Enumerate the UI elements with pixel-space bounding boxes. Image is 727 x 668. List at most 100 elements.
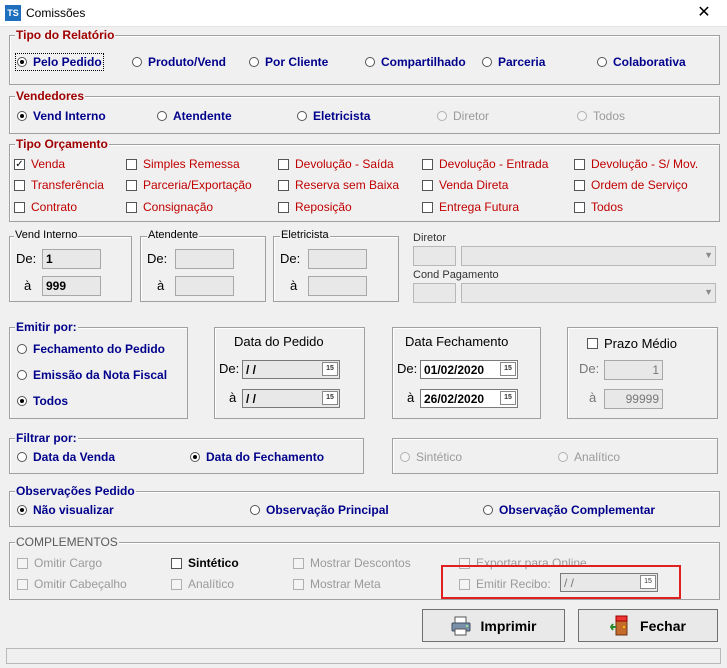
atendente-a-input[interactable]	[175, 276, 234, 296]
check-devolucao-entrada[interactable]: Devolução - Entrada	[422, 157, 548, 171]
cond-pagamento-label: Cond Pagamento	[413, 269, 499, 281]
eletricista-a-input[interactable]	[308, 276, 367, 296]
vend-interno-de-label: De:	[16, 251, 37, 266]
cond-pagamento-select[interactable]: ▼	[461, 283, 716, 303]
radio-sintetico[interactable]: Sintético	[400, 450, 462, 464]
fechar-button[interactable]: Fechar	[578, 609, 718, 642]
check-mostrar-descontos[interactable]: Mostrar Descontos	[293, 556, 411, 570]
tipo-relatorio-legend: Tipo do Relatório	[15, 28, 116, 42]
radio-colaborativa[interactable]: Colaborativa	[597, 55, 686, 69]
check-devolucao-saida[interactable]: Devolução - Saída	[278, 157, 394, 171]
check-sintetico[interactable]: Sintético	[171, 556, 239, 570]
radio-diretor[interactable]: Diretor	[437, 109, 489, 123]
window-title: Comissões	[26, 6, 86, 20]
radio-todos-vendedores[interactable]: Todos	[577, 109, 625, 123]
ts-app-icon: TS	[5, 5, 21, 21]
prazo-medio-a-label: à	[589, 390, 597, 405]
eletricista-de-input[interactable]	[308, 249, 367, 269]
vend-interno-legend: Vend Interno	[14, 229, 79, 241]
vend-interno-a-input[interactable]: 999	[42, 276, 101, 296]
radio-eletricista[interactable]: Eletricista	[297, 109, 370, 123]
filtrar-por-legend: Filtrar por:	[15, 431, 78, 445]
radio-produto-vend[interactable]: Produto/Vend	[132, 55, 226, 69]
check-consignacao[interactable]: Consignação	[126, 200, 213, 214]
highlight-box	[441, 565, 681, 599]
data-pedido-a-label: à	[229, 390, 237, 405]
check-analitico[interactable]: Analítico	[171, 577, 234, 591]
diretor-label: Diretor	[413, 232, 447, 244]
diretor-select[interactable]: ▼	[461, 246, 716, 266]
radio-analitico[interactable]: Analítico	[558, 450, 620, 464]
eletricista-legend: Eletricista	[280, 229, 330, 241]
data-fechamento-a-label: à	[407, 390, 415, 405]
check-omitir-cabecalho[interactable]: Omitir Cabeçalho	[17, 577, 127, 591]
close-icon[interactable]: ✕	[690, 2, 718, 24]
emitir-por-legend: Emitir por:	[15, 320, 78, 334]
check-contrato[interactable]: Contrato	[14, 200, 77, 214]
obs-pedido-legend: Observações Pedido	[15, 484, 136, 498]
radio-obs-complementar[interactable]: Observação Complementar	[483, 503, 655, 517]
atendente-de-label: De:	[147, 251, 168, 266]
data-fechamento-a-input[interactable]: 26/02/2020 15	[420, 389, 518, 408]
check-entrega-futura[interactable]: Entrega Futura	[422, 200, 519, 214]
radio-emissao-nota-fiscal[interactable]: Emissão da Nota Fiscal	[17, 368, 167, 382]
check-venda-direta[interactable]: Venda Direta	[422, 178, 508, 192]
check-venda[interactable]: ✓ Venda	[14, 157, 65, 171]
radio-data-fechamento[interactable]: Data do Fechamento	[190, 450, 324, 464]
data-pedido-de-input[interactable]: / /15	[242, 360, 340, 379]
exit-door-icon	[610, 615, 628, 635]
radio-pelo-pedido[interactable]: Pelo Pedido	[15, 53, 104, 71]
check-omitir-cargo[interactable]: Omitir Cargo	[17, 556, 102, 570]
calendar-icon[interactable]: 15	[500, 362, 516, 376]
chevron-down-icon: ▼	[704, 287, 713, 297]
data-pedido-title: Data do Pedido	[234, 334, 324, 349]
imprimir-button[interactable]: Imprimir	[422, 609, 565, 642]
diretor-code-input[interactable]	[413, 246, 456, 266]
radio-por-cliente[interactable]: Por Cliente	[249, 55, 328, 69]
data-fechamento-title: Data Fechamento	[405, 334, 509, 349]
check-mostrar-meta[interactable]: Mostrar Meta	[293, 577, 381, 591]
data-fechamento-de-input[interactable]: 01/02/2020 15	[420, 360, 518, 379]
atendente-a-label: à	[157, 278, 165, 293]
vendedores-legend: Vendedores	[15, 89, 86, 103]
calendar-icon[interactable]: 15	[500, 391, 516, 405]
atendente-legend: Atendente	[147, 229, 200, 241]
prazo-medio-de-input[interactable]: 1	[604, 360, 663, 380]
check-reposicao[interactable]: Reposição	[278, 200, 352, 214]
chevron-down-icon: ▼	[704, 250, 713, 260]
atendente-de-input[interactable]	[175, 249, 234, 269]
cond-pagamento-code-input[interactable]	[413, 283, 456, 303]
calendar-icon[interactable]: 15	[322, 362, 338, 376]
vend-interno-de-input[interactable]: 1	[42, 249, 101, 269]
data-pedido-a-input[interactable]: / /15	[242, 389, 340, 408]
check-parceria-exportacao[interactable]: Parceria/Exportação	[126, 178, 252, 192]
check-transferencia[interactable]: Transferência	[14, 178, 104, 192]
radio-atendente[interactable]: Atendente	[157, 109, 232, 123]
radio-compartilhado[interactable]: Compartilhado	[365, 55, 466, 69]
radio-nao-visualizar[interactable]: Não visualizar	[17, 503, 114, 517]
vend-interno-a-label: à	[24, 278, 32, 293]
status-bar	[6, 648, 721, 664]
eletricista-de-label: De:	[280, 251, 301, 266]
check-reserva-sem-baixa[interactable]: Reserva sem Baixa	[278, 178, 399, 192]
tipo-orcamento-legend: Tipo Orçamento	[15, 137, 109, 151]
title-bar: TS Comissões ✕	[0, 0, 727, 27]
check-devolucao-sem-mov[interactable]: Devolução - S/ Mov.	[574, 157, 698, 171]
calendar-icon[interactable]: 15	[322, 391, 338, 405]
radio-todos-emitir[interactable]: Todos	[17, 394, 68, 408]
check-simples-remessa[interactable]: Simples Remessa	[126, 157, 240, 171]
check-todos-orcamento[interactable]: Todos	[574, 200, 623, 214]
check-prazo-medio[interactable]: Prazo Médio	[587, 336, 677, 351]
check-ordem-de-servico[interactable]: Ordem de Serviço	[574, 178, 688, 192]
prazo-medio-a-input[interactable]: 99999	[604, 389, 663, 409]
eletricista-a-label: à	[290, 278, 298, 293]
radio-fechamento-pedido[interactable]: Fechamento do Pedido	[17, 342, 165, 356]
printer-icon	[451, 616, 471, 635]
radio-vend-interno[interactable]: Vend Interno	[17, 109, 106, 123]
prazo-medio-de-label: De:	[579, 361, 600, 376]
data-pedido-de-label: De:	[219, 361, 240, 376]
radio-obs-principal[interactable]: Observação Principal	[250, 503, 389, 517]
radio-parceria[interactable]: Parceria	[482, 55, 545, 69]
complementos-legend: COMPLEMENTOS	[15, 535, 119, 549]
radio-data-venda[interactable]: Data da Venda	[17, 450, 115, 464]
